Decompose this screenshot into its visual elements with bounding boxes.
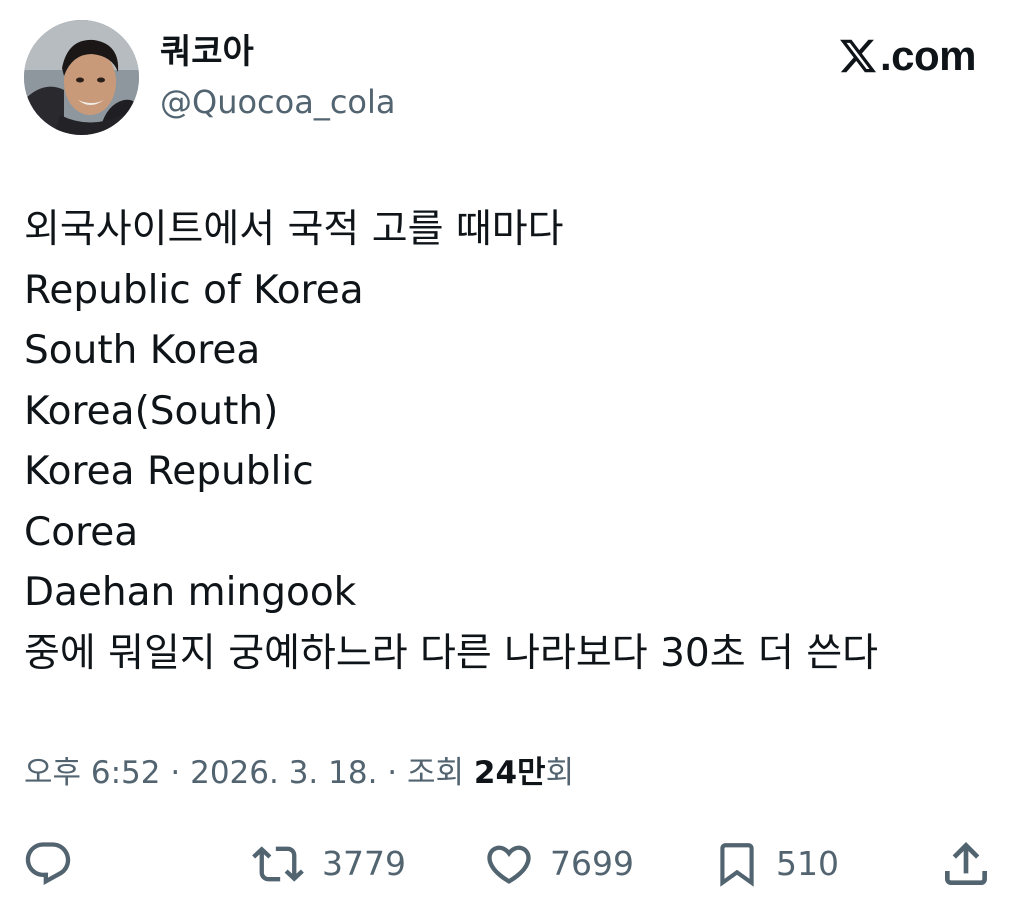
tweet-text-line: Republic of Korea [24,267,364,313]
retweet-button[interactable]: 3779 [248,832,406,896]
like-button[interactable]: 7699 [482,832,634,896]
tweet-text-line: Daehan mingook [24,570,357,615]
tweet-text-line: Korea(South) [24,388,279,434]
bookmark-icon [720,843,754,887]
share-icon [945,842,987,885]
user-handle[interactable]: @Quocoa_cola [160,80,396,124]
retweet-icon [252,846,304,882]
action-bar: 3779 7699 510 [0,832,1024,896]
tweet-text-line: 외국사이트에서 국적 고를 때마다 [24,207,564,252]
meta-separator: · [170,755,181,791]
like-count: 7699 [550,844,634,883]
tweet-text-line: 중에 뭐일지 궁예하느라 다른 나라보다 30초 더 쓴다 [24,630,879,676]
bookmark-button[interactable]: 510 [712,832,839,896]
display-name[interactable]: 쿼코아 [160,30,254,74]
x-domain-text: .com [879,32,977,79]
share-button[interactable] [938,832,994,896]
tweet-text-line: Corea [24,509,139,555]
views-count[interactable]: 24만 [474,755,546,791]
post-time[interactable]: 오후 6:52 [24,755,161,791]
tweet-meta: 오후 6:52 · 2026. 3. 18. · 조회 24만회 [24,748,574,798]
tweet-text-line: Korea Republic [24,449,314,494]
avatar[interactable] [24,20,139,135]
tweet-card: 쿼코아 @Quocoa_cola .com 외국사이트에서 국적 고를 때마다 … [0,0,1024,918]
post-date[interactable]: 2026. 3. 18. [190,755,377,791]
retweet-count: 3779 [322,844,406,883]
views-label: 조회 [407,755,465,791]
reply-button[interactable] [22,832,74,896]
tweet-text-line: South Korea [24,328,261,373]
meta-separator: · [387,755,398,791]
avatar-photo [24,20,139,135]
tweet-text: 외국사이트에서 국적 고를 때마다 Republic of Korea Sout… [24,200,984,684]
views-suffix: 회 [545,755,575,791]
heart-icon [487,845,531,884]
x-logo-icon [840,39,877,73]
x-watermark: .com [838,32,977,80]
reply-icon [25,842,71,886]
bookmark-count: 510 [776,844,839,883]
